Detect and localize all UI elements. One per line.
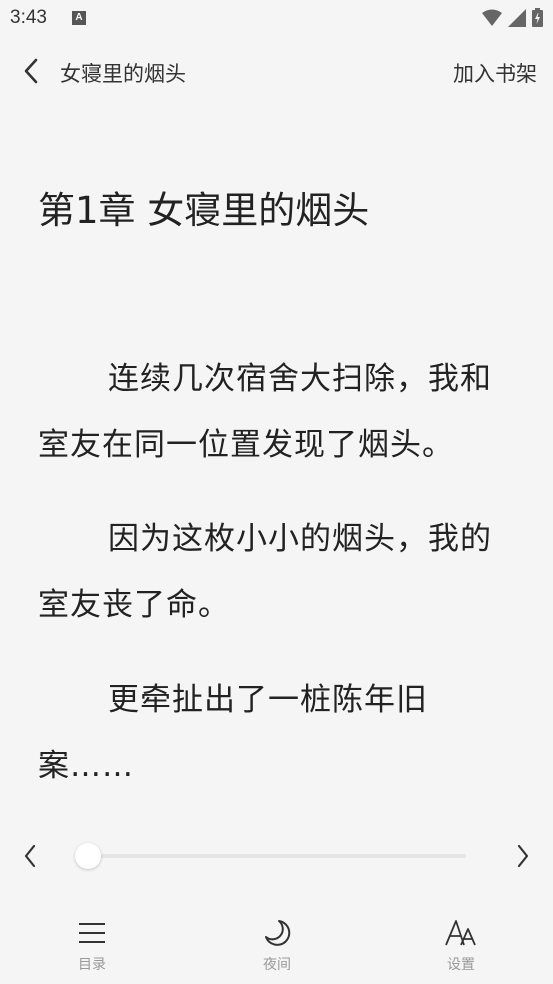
night-mode-label: 夜间 bbox=[263, 957, 291, 973]
status-time: 3:43 bbox=[10, 7, 47, 28]
chapter-paragraph: 更牵扯出了一桩陈年旧案…… bbox=[38, 682, 428, 784]
previous-chapter-button[interactable] bbox=[14, 840, 46, 872]
chapter-title: 第1章 女寝里的烟头 bbox=[38, 189, 370, 232]
progress-slider-thumb[interactable] bbox=[75, 843, 101, 869]
font-size-icon bbox=[444, 916, 478, 950]
chapter-paragraph: 因为这枚小小的烟头，我的室友丧了命。 bbox=[38, 521, 492, 623]
status-icons bbox=[482, 8, 543, 31]
chevron-left-icon bbox=[24, 844, 36, 868]
notification-a-icon: A bbox=[72, 11, 86, 25]
settings-label: 设置 bbox=[447, 957, 475, 973]
next-chapter-button[interactable] bbox=[507, 840, 539, 872]
back-button[interactable] bbox=[16, 56, 46, 86]
battery-icon bbox=[532, 8, 543, 31]
chapter-paragraph: 连续几次宿舍大扫除，我和室友在同一位置发现了烟头。 bbox=[38, 361, 492, 463]
chevron-right-icon bbox=[517, 844, 529, 868]
status-bar: 3:43 A bbox=[0, 0, 553, 36]
moon-icon bbox=[260, 916, 294, 950]
table-of-contents-label: 目录 bbox=[78, 957, 106, 973]
book-title: 女寝里的烟头 bbox=[60, 62, 186, 86]
bottom-nav: 目录 夜间 设置 bbox=[0, 906, 553, 984]
settings-button[interactable]: 设置 bbox=[421, 916, 501, 974]
night-mode-button[interactable]: 夜间 bbox=[237, 916, 317, 974]
progress-slider-track[interactable] bbox=[88, 854, 466, 858]
chapter-progress-bar bbox=[0, 836, 553, 876]
chevron-left-icon bbox=[24, 58, 38, 84]
wifi-icon bbox=[482, 9, 502, 31]
signal-icon bbox=[508, 8, 526, 31]
table-of-contents-button[interactable]: 目录 bbox=[52, 916, 132, 974]
top-bar: 女寝里的烟头 加入书架 bbox=[0, 50, 553, 92]
add-to-shelf-button[interactable]: 加入书架 bbox=[453, 58, 537, 88]
menu-icon bbox=[75, 916, 109, 950]
